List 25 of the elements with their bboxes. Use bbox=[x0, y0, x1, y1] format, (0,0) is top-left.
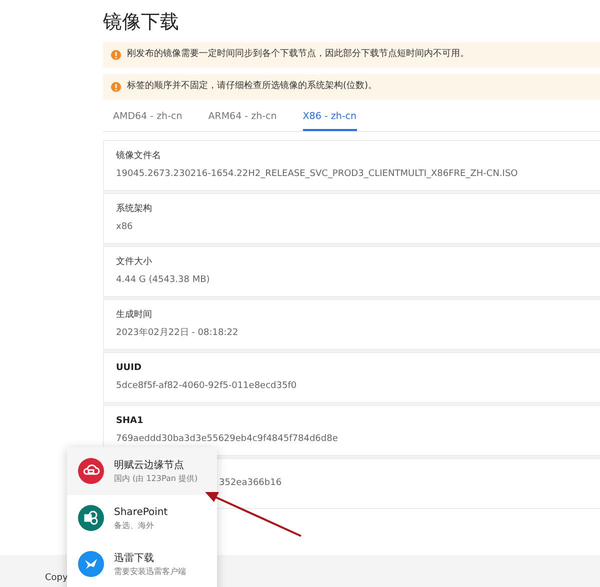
alert-text: 标签的顺序并不固定，请仔细检查所选镜像的系统架构(位数)。 bbox=[127, 80, 378, 94]
menu-item[interactable]: 迅雷下载 需要安装迅雷客户端 bbox=[67, 541, 217, 587]
detail-value: 5dce8f5f-af82-4060-92f5-011e8ecd35f0 bbox=[116, 380, 298, 392]
tab[interactable]: AMD64 - zh-cn bbox=[113, 106, 182, 131]
warning-icon bbox=[111, 50, 121, 60]
tab[interactable]: ARM64 - zh-cn bbox=[208, 106, 277, 131]
warning-icon bbox=[111, 82, 121, 92]
detail-label: UUID bbox=[116, 362, 142, 375]
detail-value: x86 bbox=[116, 220, 134, 234]
detail-value: 2023年02月22日 - 08:18:22 bbox=[116, 326, 240, 340]
detail-label: 生成时间 bbox=[116, 309, 153, 322]
alert-text: 刚发布的镜像需要一定时间同步到各个下载节点，因此部分下载节点短时间内不可用。 bbox=[127, 48, 469, 62]
copyright-text: Copy bbox=[45, 573, 68, 583]
detail-label: SHA1 bbox=[116, 415, 144, 428]
detail-label: 镜像文件名 bbox=[116, 150, 162, 163]
page-title: 镜像下载 bbox=[103, 10, 180, 34]
tab[interactable]: X86 - zh-cn bbox=[302, 106, 357, 131]
menu-item[interactable]: 明赋云边缘节点 国内 (由 123Pan 提供) bbox=[67, 447, 217, 495]
detail-label: 系统架构 bbox=[116, 203, 153, 216]
menu-item[interactable]: SharePoint 备选、海外 bbox=[67, 495, 217, 541]
detail-value: 4.44 G (4543.38 MB) bbox=[116, 274, 211, 286]
detail-label: 文件大小 bbox=[116, 256, 153, 269]
detail-value: 352ea366b16 bbox=[219, 476, 282, 490]
detail-value: 769aeddd30ba3d3e55629eb4c9f4845f784d6d8e bbox=[116, 432, 339, 446]
detail-value: 19045.2673.230216-1654.22H2_RELEASE_SVC_PROD3_CLIENTMULTI_X86FRE_ZH-CN.ISO bbox=[116, 168, 519, 180]
